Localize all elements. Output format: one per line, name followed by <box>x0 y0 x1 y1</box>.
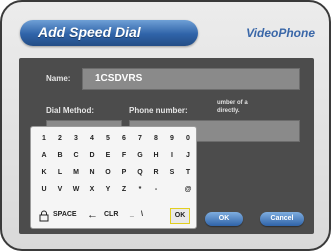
key-i[interactable]: I <box>167 152 177 159</box>
ok-button[interactable]: OK <box>205 212 243 226</box>
keyboard-row-3: K L M N O P Q R S T <box>39 169 191 183</box>
key-s[interactable]: S <box>167 169 177 176</box>
key-y[interactable]: Y <box>103 186 113 193</box>
space-key[interactable]: SPACE <box>53 211 77 218</box>
key-at[interactable]: @ <box>183 186 193 193</box>
key-2[interactable]: 2 <box>55 135 65 142</box>
key-5[interactable]: 5 <box>103 135 113 142</box>
key-m[interactable]: M <box>71 169 81 176</box>
key-a[interactable]: A <box>39 152 49 159</box>
key-r[interactable]: R <box>151 169 161 176</box>
keyboard-row-4: U V W X Y Z * - @ <box>39 186 191 200</box>
key-dash[interactable]: - <box>151 186 161 193</box>
key-q[interactable]: Q <box>135 169 145 176</box>
key-9[interactable]: 9 <box>167 135 177 142</box>
key-asterisk[interactable]: * <box>135 186 145 193</box>
lock-icon-svg <box>39 210 49 222</box>
key-7[interactable]: 7 <box>135 135 145 142</box>
title-pill: Add Speed Dial <box>20 20 198 46</box>
phone-number-label: Phone number: <box>129 106 188 115</box>
cancel-button[interactable]: Cancel <box>260 212 304 226</box>
hint-line-2: directly. <box>217 108 240 114</box>
backspace-arrow-icon[interactable]: ← <box>87 209 98 221</box>
name-value: 1CSDVRS <box>95 73 143 84</box>
key-d[interactable]: D <box>87 152 97 159</box>
key-j[interactable]: J <box>183 152 193 159</box>
clear-key[interactable]: CLR <box>104 211 118 218</box>
key-c[interactable]: C <box>71 152 81 159</box>
key-p[interactable]: P <box>119 169 129 176</box>
key-4[interactable]: 4 <box>87 135 97 142</box>
name-field[interactable]: 1CSDVRS <box>82 68 300 90</box>
key-k[interactable]: K <box>39 169 49 176</box>
keyboard-row-2: A B C D E F G H I J <box>39 152 191 166</box>
key-1[interactable]: 1 <box>39 135 49 142</box>
keyboard-row-1: 1 2 3 4 5 6 7 8 9 0 <box>39 135 191 149</box>
dialog-frame: Add Speed Dial VideoPhone Name: 1CSDVRS … <box>0 0 331 251</box>
dialog-title: Add Speed Dial <box>38 24 141 40</box>
underscore-key-icon[interactable]: _ <box>130 211 134 218</box>
key-g[interactable]: G <box>135 152 145 159</box>
key-6[interactable]: 6 <box>119 135 129 142</box>
key-x[interactable]: X <box>87 186 97 193</box>
backslash-key-icon[interactable]: \ <box>141 211 143 218</box>
ok-key[interactable]: OK <box>170 208 190 224</box>
key-v[interactable]: V <box>55 186 65 193</box>
key-u[interactable]: U <box>39 186 49 193</box>
key-b[interactable]: B <box>55 152 65 159</box>
keyboard-bottom-row: SPACE ← CLR _ \ OK <box>37 208 195 225</box>
dial-method-label: Dial Method: <box>46 106 94 115</box>
key-o[interactable]: O <box>103 169 113 176</box>
brand-logo: VideoPhone <box>246 26 315 40</box>
hint-text: umber of a directly. <box>217 99 248 115</box>
key-w[interactable]: W <box>71 186 81 193</box>
lock-icon[interactable] <box>39 210 49 224</box>
key-8[interactable]: 8 <box>151 135 161 142</box>
key-l[interactable]: L <box>55 169 65 176</box>
name-label: Name: <box>46 74 71 83</box>
onscreen-keyboard: 1 2 3 4 5 6 7 8 9 0 A B C D E F G H I J … <box>30 126 197 229</box>
key-e[interactable]: E <box>103 152 113 159</box>
key-t[interactable]: T <box>183 169 193 176</box>
key-h[interactable]: H <box>151 152 161 159</box>
key-0[interactable]: 0 <box>183 135 193 142</box>
key-n[interactable]: N <box>87 169 97 176</box>
key-z[interactable]: Z <box>119 186 129 193</box>
dialog-header: Add Speed Dial VideoPhone <box>2 2 329 64</box>
key-3[interactable]: 3 <box>71 135 81 142</box>
key-f[interactable]: F <box>119 152 129 159</box>
hint-line-1: umber of a <box>217 100 248 106</box>
